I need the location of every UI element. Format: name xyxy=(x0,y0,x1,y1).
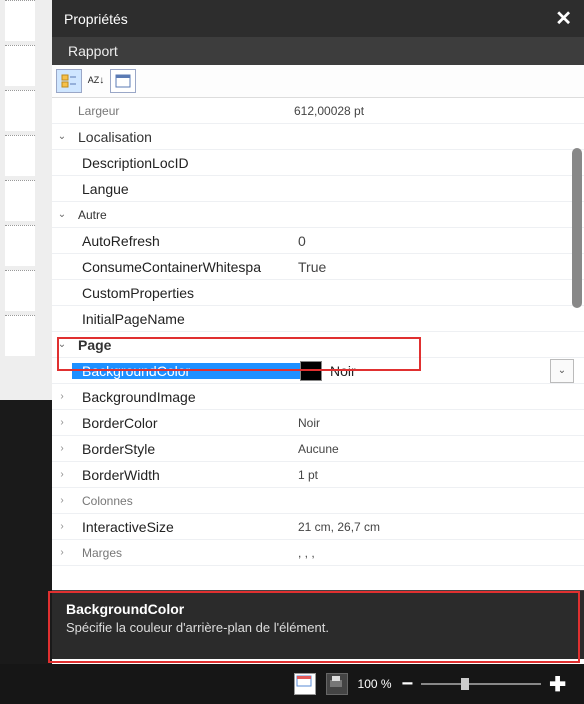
chevron-right-icon[interactable]: › xyxy=(52,417,72,428)
zoom-value: 100 % xyxy=(358,677,392,691)
prop-row-interactivesize[interactable]: › InteractiveSize 21 cm, 26,7 cm xyxy=(52,514,584,540)
zoom-out-button[interactable]: − xyxy=(402,673,414,696)
zoom-slider[interactable]: − ✚ xyxy=(402,672,566,697)
prop-row-colonnes[interactable]: › Colonnes xyxy=(52,488,584,514)
alpha-sort-button[interactable]: AZ↓ xyxy=(84,69,108,91)
chevron-right-icon[interactable]: › xyxy=(52,495,72,506)
prop-row-descriptionlocid[interactable]: DescriptionLocID xyxy=(52,150,584,176)
description-text: Spécifie la couleur d'arrière-plan de l'… xyxy=(66,620,570,635)
screen-layout-icon[interactable] xyxy=(294,673,316,695)
prop-row-borderstyle[interactable]: › BorderStyle Aucune xyxy=(52,436,584,462)
color-swatch xyxy=(300,361,322,381)
property-pages-button[interactable] xyxy=(110,69,136,93)
description-title: BackgroundColor xyxy=(66,601,570,617)
prop-row-backgroundcolor[interactable]: BackgroundColor ⌄ xyxy=(52,358,584,384)
backgroundcolor-input[interactable] xyxy=(328,362,452,380)
status-bar: 100 % − ✚ xyxy=(0,664,584,704)
prop-row-marges[interactable]: › Marges , , , xyxy=(52,540,584,566)
chevron-down-icon[interactable]: ⌄ xyxy=(52,339,72,350)
prop-row-initialpagename[interactable]: InitialPageName xyxy=(52,306,584,332)
prop-row-customproperties[interactable]: CustomProperties xyxy=(52,280,584,306)
prop-row-backgroundimage[interactable]: › BackgroundImage xyxy=(52,384,584,410)
prop-row-autorefresh[interactable]: AutoRefresh 0 xyxy=(52,228,584,254)
zoom-thumb[interactable] xyxy=(461,678,469,690)
chevron-right-icon[interactable]: › xyxy=(52,521,72,532)
prop-label: Largeur xyxy=(72,104,288,118)
property-grid[interactable]: Largeur 612,00028 pt ⌄ Localisation Desc… xyxy=(52,98,584,590)
close-icon[interactable]: ✕ xyxy=(555,6,572,31)
zoom-in-button[interactable]: ✚ xyxy=(549,672,566,697)
print-layout-icon[interactable] xyxy=(326,673,348,695)
prop-row-bordercolor[interactable]: › BorderColor Noir xyxy=(52,410,584,436)
chevron-down-icon[interactable]: ⌄ xyxy=(52,131,72,142)
prop-row-langue[interactable]: Langue xyxy=(52,176,584,202)
chevron-down-icon[interactable]: ⌄ xyxy=(52,209,72,220)
dropdown-button[interactable]: ⌄ xyxy=(550,359,574,383)
chevron-right-icon[interactable]: › xyxy=(52,443,72,454)
category-page[interactable]: ⌄ Page xyxy=(52,332,584,358)
chevron-right-icon[interactable]: › xyxy=(52,469,72,480)
zoom-track[interactable] xyxy=(421,683,541,685)
chevron-right-icon[interactable]: › xyxy=(52,547,72,558)
prop-row-consumecontainerwhitespace[interactable]: ConsumeContainerWhitespa True xyxy=(52,254,584,280)
scrollbar-thumb[interactable] xyxy=(572,148,582,308)
chevron-right-icon[interactable]: › xyxy=(52,391,72,402)
prop-row-borderwidth[interactable]: › BorderWidth 1 pt xyxy=(52,462,584,488)
selected-object-name: Rapport xyxy=(52,37,584,65)
property-description-box: BackgroundColor Spécifie la couleur d'ar… xyxy=(52,590,584,659)
left-ruler-strip xyxy=(0,0,52,704)
prop-value: 612,00028 pt xyxy=(288,104,584,118)
categorized-view-button[interactable] xyxy=(56,69,82,93)
properties-toolbar: AZ↓ xyxy=(52,65,584,98)
panel-title: Propriétés xyxy=(64,11,128,27)
category-autre[interactable]: ⌄ Autre xyxy=(52,202,584,228)
properties-panel: Propriétés ✕ Rapport AZ↓ Largeur 612,000… xyxy=(52,0,584,659)
category-localisation[interactable]: ⌄ Localisation xyxy=(52,124,584,150)
prop-row-largeur[interactable]: Largeur 612,00028 pt xyxy=(52,98,584,124)
